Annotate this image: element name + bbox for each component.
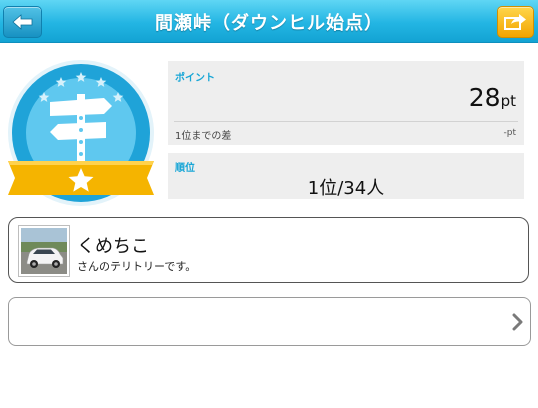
points-panel: ポイント 28pt 1位までの差 -pt bbox=[168, 61, 524, 145]
points-number: 28 bbox=[468, 83, 501, 112]
app-header: 間瀬峠（ダウンヒル始点） bbox=[0, 0, 538, 43]
gap-to-first-label: 1位までの差 bbox=[175, 131, 232, 142]
rank-panel: 順位 1位/34人 bbox=[168, 153, 524, 199]
rank-label: 順位 bbox=[175, 163, 195, 174]
share-button[interactable] bbox=[497, 6, 534, 38]
avatar bbox=[18, 225, 70, 277]
gap-to-first-value: -pt bbox=[503, 128, 517, 138]
points-unit: pt bbox=[500, 92, 516, 110]
page-title: 間瀬峠（ダウンヒル始点） bbox=[155, 13, 383, 34]
car-photo-icon bbox=[21, 228, 67, 274]
chevron-right-icon bbox=[512, 313, 523, 331]
divider bbox=[174, 121, 518, 122]
territory-owner-card[interactable]: くめちこ さんのテリトリーです。 bbox=[8, 217, 529, 283]
signpost-badge-icon bbox=[8, 60, 154, 206]
detail-link-row[interactable] bbox=[8, 297, 531, 346]
territory-description: さんのテリトリーです。 bbox=[77, 260, 197, 273]
share-arrow-icon bbox=[504, 14, 526, 30]
territory-owner-name: くめちこ bbox=[77, 236, 149, 257]
points-label: ポイント bbox=[175, 73, 215, 84]
rank-value: 1位/34人 bbox=[307, 178, 385, 199]
points-value: 28pt bbox=[469, 83, 516, 112]
